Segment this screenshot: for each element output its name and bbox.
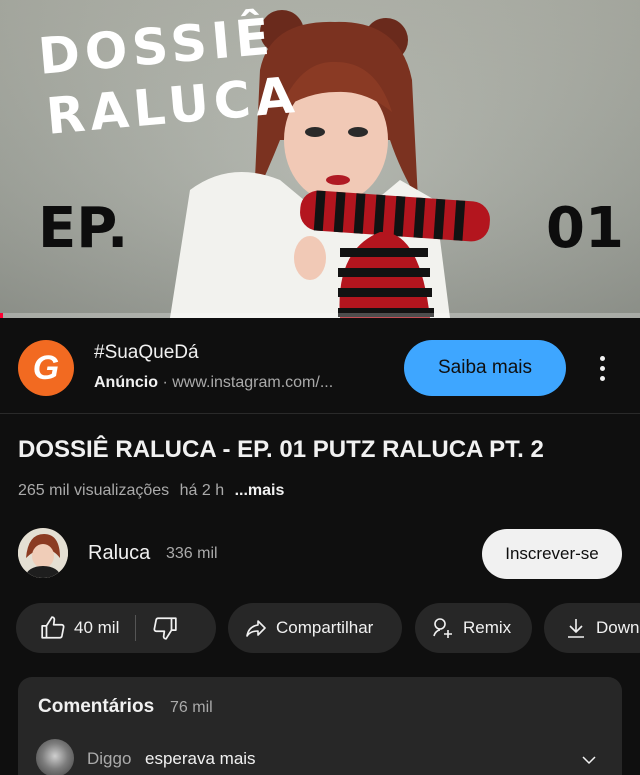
comments-heading: Comentários bbox=[38, 696, 155, 717]
thumbnail-ep-number: 01 bbox=[546, 196, 624, 261]
thumbs-up-icon[interactable] bbox=[40, 615, 66, 641]
ad-separator: · bbox=[162, 374, 168, 391]
video-player[interactable]: DOSSIÊ RALUCA EP. 01 bbox=[0, 0, 640, 318]
channel-name[interactable]: Raluca bbox=[88, 542, 150, 565]
like-count[interactable]: 40 mil bbox=[74, 618, 119, 638]
like-dislike-group: 40 mil bbox=[16, 603, 216, 653]
remix-label: Remix bbox=[463, 618, 512, 637]
like-divider bbox=[135, 615, 137, 641]
comments-panel[interactable]: Comentários 76 mil Diggo esperava mais bbox=[18, 677, 622, 775]
comment-text: esperava mais bbox=[145, 749, 256, 768]
ad-banner[interactable]: G #SuaQueDá Anúncio · www.instagram.com/… bbox=[0, 318, 640, 414]
view-count: 265 mil visualizações bbox=[18, 482, 170, 499]
video-meta[interactable]: 265 mil visualizações há 2 h ...mais bbox=[18, 482, 284, 500]
ad-cta-button[interactable]: Saiba mais bbox=[404, 340, 566, 396]
download-icon bbox=[568, 619, 584, 638]
share-label: Compartilhar bbox=[276, 618, 374, 637]
thumbs-down-icon[interactable] bbox=[152, 615, 178, 641]
remix-button[interactable]: Remix bbox=[415, 603, 532, 653]
thumbnail-ep-label: EP. bbox=[38, 196, 129, 261]
remix-icon bbox=[433, 618, 452, 638]
commenter-name: Diggo bbox=[87, 749, 132, 768]
share-arrow-icon bbox=[246, 620, 266, 637]
chevron-down-icon[interactable] bbox=[580, 751, 598, 769]
ad-url: www.instagram.com/... bbox=[172, 374, 334, 391]
ad-badge: Anúncio bbox=[94, 374, 158, 391]
comments-count: 76 mil bbox=[170, 699, 213, 716]
ad-subline: Anúncio · www.instagram.com/... bbox=[94, 374, 333, 392]
download-label: Download bbox=[596, 618, 640, 637]
commenter-avatar bbox=[36, 739, 74, 775]
description-more-link[interactable]: ...mais bbox=[235, 482, 285, 499]
subscribe-button[interactable]: Inscrever-se bbox=[482, 529, 622, 579]
channel-avatar[interactable] bbox=[18, 528, 68, 578]
share-button[interactable]: Compartilhar bbox=[228, 603, 402, 653]
video-title[interactable]: DOSSIÊ RALUCA - EP. 01 PUTZ RALUCA PT. 2 bbox=[18, 436, 544, 464]
advertiser-logo: G bbox=[18, 340, 74, 396]
advertiser-logo-letter: G bbox=[32, 348, 60, 387]
ad-title: #SuaQueDá bbox=[94, 342, 199, 363]
channel-avatar-art-icon bbox=[18, 528, 68, 578]
channel-subscriber-count: 336 mil bbox=[166, 545, 218, 562]
upload-age: há 2 h bbox=[179, 482, 225, 499]
download-button[interactable]: Download bbox=[544, 603, 640, 653]
more-vert-icon[interactable] bbox=[588, 348, 616, 388]
